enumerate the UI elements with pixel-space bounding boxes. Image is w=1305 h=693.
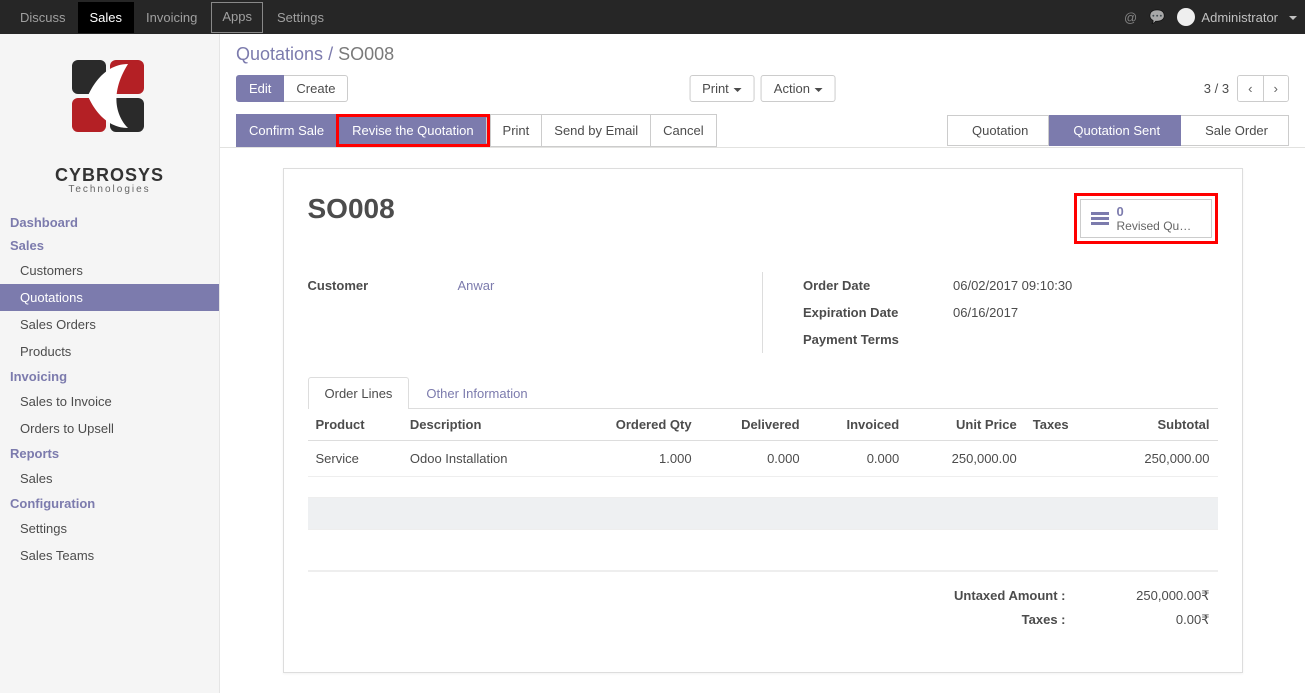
sidebar-item-sales-to-invoice[interactable]: Sales to Invoice <box>0 388 219 415</box>
top-navbar: Discuss Sales Invoicing Apps Settings @ … <box>0 0 1305 34</box>
th-product[interactable]: Product <box>308 409 402 441</box>
status-bar: Quotation Quotation Sent Sale Order <box>947 115 1289 146</box>
sidebar-item-sales-teams[interactable]: Sales Teams <box>0 542 219 569</box>
cell-subtotal: 250,000.00 <box>1100 441 1218 477</box>
sidebar-item-sales-orders[interactable]: Sales Orders <box>0 311 219 338</box>
revised-quotations-stat-button[interactable]: 0 Revised Quo… <box>1080 199 1212 238</box>
tabs: Order Lines Other Information <box>308 377 1218 409</box>
customer-value[interactable]: Anwar <box>458 278 495 293</box>
sidebar: CYBROSYS Technologies Dashboard Sales Cu… <box>0 34 220 693</box>
tab-order-lines[interactable]: Order Lines <box>308 377 410 409</box>
th-unit-price[interactable]: Unit Price <box>907 409 1025 441</box>
pager-next[interactable]: › <box>1264 76 1288 101</box>
order-lines-table: Product Description Ordered Qty Delivere… <box>308 409 1218 530</box>
create-button[interactable]: Create <box>284 75 348 102</box>
expiration-date-label: Expiration Date <box>803 305 953 320</box>
cancel-button[interactable]: Cancel <box>650 114 716 147</box>
nav-menu: Discuss Sales Invoicing Apps Settings <box>8 2 336 33</box>
taxes-label: Taxes : <box>1022 612 1066 628</box>
status-quotation[interactable]: Quotation <box>947 115 1049 146</box>
blank-line <box>308 498 1218 530</box>
logo: CYBROSYS Technologies <box>0 34 219 201</box>
th-ordered-qty[interactable]: Ordered Qty <box>566 409 699 441</box>
sidebar-item-orders-to-upsell[interactable]: Orders to Upsell <box>0 415 219 442</box>
untaxed-amount-value: 250,000.00₹ <box>1090 588 1210 604</box>
cell-description: Odoo Installation <box>402 441 567 477</box>
record-title: SO008 <box>308 193 395 225</box>
send-by-email-button[interactable]: Send by Email <box>541 114 650 147</box>
list-icon <box>1091 212 1109 225</box>
th-subtotal[interactable]: Subtotal <box>1100 409 1218 441</box>
customer-label: Customer <box>308 278 458 293</box>
highlight-stat-button: 0 Revised Quo… <box>1074 193 1218 244</box>
th-taxes[interactable]: Taxes <box>1025 409 1100 441</box>
untaxed-amount-label: Untaxed Amount : <box>954 588 1065 604</box>
th-description[interactable]: Description <box>402 409 567 441</box>
breadcrumb-current: SO008 <box>338 44 394 64</box>
table-row[interactable]: Service Odoo Installation 1.000 0.000 0.… <box>308 441 1218 477</box>
user-menu[interactable]: Administrator <box>1177 8 1297 26</box>
sidebar-item-products[interactable]: Products <box>0 338 219 365</box>
sidebar-header-configuration[interactable]: Configuration <box>0 492 219 515</box>
nav-apps[interactable]: Apps <box>211 2 263 33</box>
caret-down-icon <box>1284 10 1297 25</box>
stat-count: 0 <box>1117 204 1197 219</box>
confirm-sale-button[interactable]: Confirm Sale <box>236 114 336 147</box>
print-button[interactable]: Print <box>490 114 542 147</box>
chat-icon[interactable]: 💬 <box>1149 9 1165 25</box>
totals: Untaxed Amount : 250,000.00₹ Taxes : 0.0… <box>308 570 1218 632</box>
sidebar-item-report-sales[interactable]: Sales <box>0 465 219 492</box>
avatar <box>1177 8 1195 26</box>
sidebar-item-quotations[interactable]: Quotations <box>0 284 219 311</box>
cell-unit-price: 250,000.00 <box>907 441 1025 477</box>
nav-settings[interactable]: Settings <box>265 2 336 33</box>
table-header-row: Product Description Ordered Qty Delivere… <box>308 409 1218 441</box>
sidebar-header-dashboard[interactable]: Dashboard <box>0 211 219 234</box>
status-quotation-sent[interactable]: Quotation Sent <box>1049 115 1181 146</box>
payment-terms-label: Payment Terms <box>803 332 953 347</box>
sidebar-item-customers[interactable]: Customers <box>0 257 219 284</box>
status-sale-order[interactable]: Sale Order <box>1181 115 1289 146</box>
edit-button[interactable]: Edit <box>236 75 284 102</box>
th-invoiced[interactable]: Invoiced <box>808 409 908 441</box>
action-dropdown[interactable]: Action <box>761 75 836 102</box>
pager-text: 3 / 3 <box>1204 81 1229 96</box>
cell-product: Service <box>308 441 402 477</box>
order-date-value: 06/02/2017 09:10:30 <box>953 278 1072 293</box>
logo-title: CYBROSYS <box>0 165 219 186</box>
logo-subtitle: Technologies <box>0 184 219 195</box>
pager-prev[interactable]: ‹ <box>1238 76 1263 101</box>
cell-qty: 1.000 <box>566 441 699 477</box>
sidebar-header-sales[interactable]: Sales <box>0 234 219 257</box>
breadcrumb-parent[interactable]: Quotations <box>236 44 323 64</box>
stat-label: Revised Quo… <box>1117 219 1197 233</box>
at-icon[interactable]: @ <box>1124 10 1137 25</box>
form-sheet: SO008 0 Revised Quo… <box>283 168 1243 673</box>
cell-delivered: 0.000 <box>700 441 808 477</box>
breadcrumb: Quotations / SO008 <box>236 44 1289 65</box>
cell-invoiced: 0.000 <box>808 441 908 477</box>
tab-other-information[interactable]: Other Information <box>409 377 544 409</box>
nav-invoicing[interactable]: Invoicing <box>134 2 209 33</box>
cell-taxes <box>1025 441 1100 477</box>
highlight-revise: Revise the Quotation <box>336 114 489 147</box>
revise-quotation-button[interactable]: Revise the Quotation <box>339 117 486 144</box>
sidebar-header-invoicing[interactable]: Invoicing <box>0 365 219 388</box>
sidebar-item-settings[interactable]: Settings <box>0 515 219 542</box>
nav-sales[interactable]: Sales <box>78 2 135 33</box>
print-dropdown[interactable]: Print <box>689 75 755 102</box>
taxes-value: 0.00₹ <box>1090 612 1210 628</box>
expiration-date-value: 06/16/2017 <box>953 305 1018 320</box>
control-panel: Quotations / SO008 Edit Create Print Act… <box>220 34 1305 148</box>
user-name: Administrator <box>1201 10 1278 25</box>
sidebar-header-reports[interactable]: Reports <box>0 442 219 465</box>
nav-discuss[interactable]: Discuss <box>8 2 78 33</box>
th-delivered[interactable]: Delivered <box>700 409 808 441</box>
order-date-label: Order Date <box>803 278 953 293</box>
